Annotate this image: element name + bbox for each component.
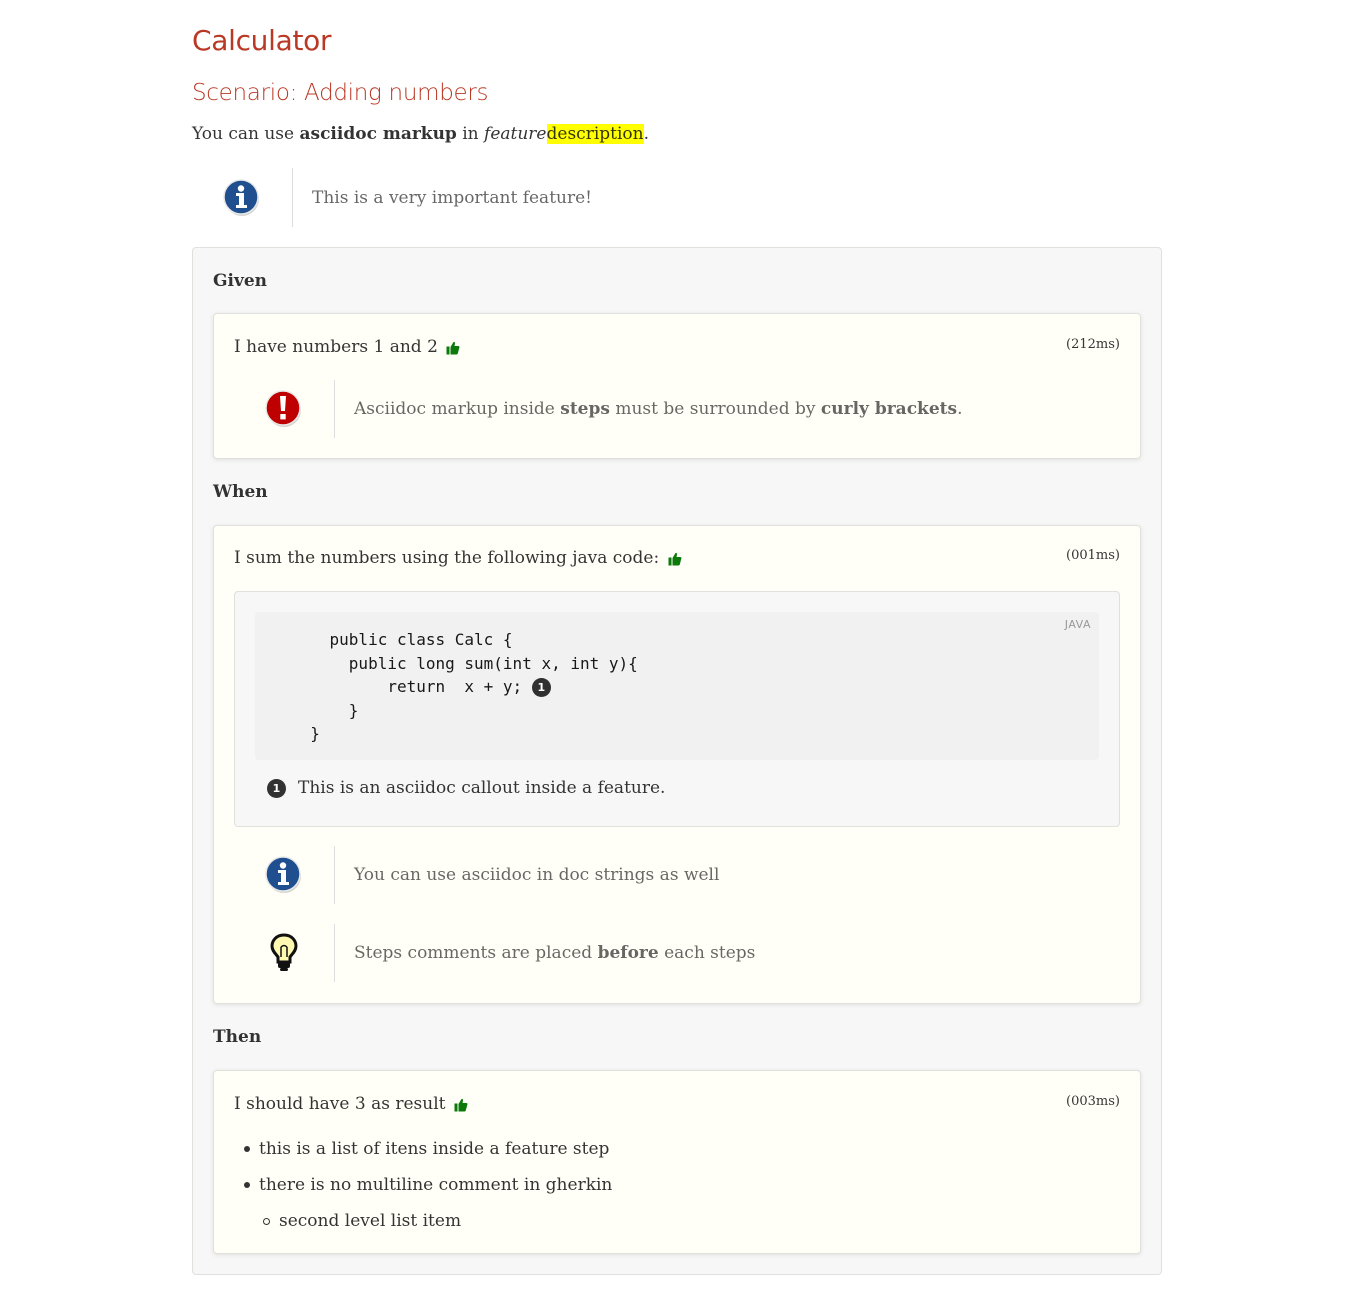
code-language-label: JAVA (1064, 618, 1091, 631)
admonition-text: Asciidoc markup inside steps must be sur… (335, 399, 962, 419)
description-bold: asciidoc markup (299, 124, 457, 144)
admonition-text-part: Steps comments are placed (354, 943, 598, 963)
admonition-text: This is a very important feature! (312, 187, 592, 208)
warning-icon (265, 390, 301, 427)
thumbs-up-icon (446, 341, 460, 354)
given-step: I have numbers 1 and 2 (212ms) Asciidoc (213, 313, 1141, 459)
admonition-text-part: must be surrounded by (609, 399, 821, 419)
code-line: } (291, 700, 359, 720)
then-step: I should have 3 as result (003ms) this i… (213, 1070, 1141, 1254)
then-step-text-row: I should have 3 as result (234, 1094, 468, 1114)
code-line: return x + y; (291, 677, 532, 696)
info-icon (265, 856, 301, 893)
lightbulb-icon (270, 933, 298, 971)
description-text: You can use (192, 124, 300, 144)
then-item-list: this is a list of itens inside a feature… (238, 1135, 612, 1243)
when-tip-admonition: Steps comments are placed before each st… (234, 924, 755, 982)
thumbs-up-icon (454, 1098, 468, 1111)
callout-number: 1 (267, 778, 286, 798)
code-callout-marker: 1 (531, 678, 551, 697)
feature-title: Calculator (192, 24, 332, 57)
admonition-text-part: . (957, 399, 963, 419)
callout-text: This is an asciidoc callout inside a fea… (298, 778, 666, 798)
admonition-icon-cell (234, 380, 335, 438)
code-content: public class Calc { public long sum(int … (291, 628, 638, 746)
description-italic: feature (484, 124, 547, 144)
thumbs-up-icon (668, 552, 682, 565)
admonition-bold: steps (560, 399, 610, 419)
admonition-icon-cell (234, 924, 335, 982)
given-keyword: Given (213, 271, 268, 291)
code-listing-block: JAVA public class Calc { public long sum… (234, 591, 1120, 827)
then-keyword: Then (213, 1027, 262, 1047)
description-text: in (456, 124, 485, 144)
given-step-text-row: I have numbers 1 and 2 (234, 337, 460, 357)
list-item: this is a list of itens inside a feature… (238, 1135, 612, 1171)
scenario-title: Scenario: Adding numbers (192, 80, 489, 106)
when-step-text-row: I sum the numbers using the following ja… (234, 548, 682, 568)
admonition-text: Steps comments are placed before each st… (335, 943, 755, 963)
then-step-text: I should have 3 as result (234, 1094, 446, 1114)
description-text: . (643, 124, 649, 144)
admonition-icon-cell (192, 168, 293, 227)
code-line: public class Calc { (291, 630, 513, 649)
code-line: } (291, 724, 320, 743)
admonition-text-part: Asciidoc markup inside (354, 399, 561, 419)
given-warning-admonition: Asciidoc markup inside steps must be sur… (234, 380, 962, 438)
list-item: there is no multiline comment in gherkin (238, 1171, 612, 1207)
code-line: public long sum(int x, int y){ (291, 653, 638, 673)
feature-description: You can use asciidoc markup in featurede… (192, 124, 649, 144)
feature-note-admonition: This is a very important feature! (192, 168, 592, 227)
when-note-admonition: You can use asciidoc in doc strings as w… (234, 846, 719, 904)
code-block: JAVA public class Calc { public long sum… (255, 612, 1099, 760)
scenario-container: Given I have numbers 1 and 2 (212ms) Asc… (192, 247, 1162, 1275)
when-duration: (001ms) (1066, 548, 1120, 563)
when-step-text: I sum the numbers using the following ja… (234, 548, 660, 568)
admonition-text-part: each steps (658, 943, 756, 963)
given-step-text: I have numbers 1 and 2 (234, 337, 438, 357)
callout-list: 1 This is an asciidoc callout inside a f… (267, 778, 665, 798)
admonition-bold: curly brackets (820, 399, 958, 419)
sub-list-item: second level list item (238, 1207, 612, 1243)
admonition-text: You can use asciidoc in doc strings as w… (354, 865, 720, 885)
when-keyword: When (213, 482, 268, 502)
given-duration: (212ms) (1066, 337, 1120, 352)
then-duration: (003ms) (1066, 1094, 1120, 1109)
description-highlight: description (546, 124, 644, 144)
when-step: I sum the numbers using the following ja… (213, 525, 1141, 1004)
info-icon (223, 178, 259, 216)
admonition-icon-cell (234, 846, 335, 904)
admonition-bold: before (597, 943, 659, 963)
